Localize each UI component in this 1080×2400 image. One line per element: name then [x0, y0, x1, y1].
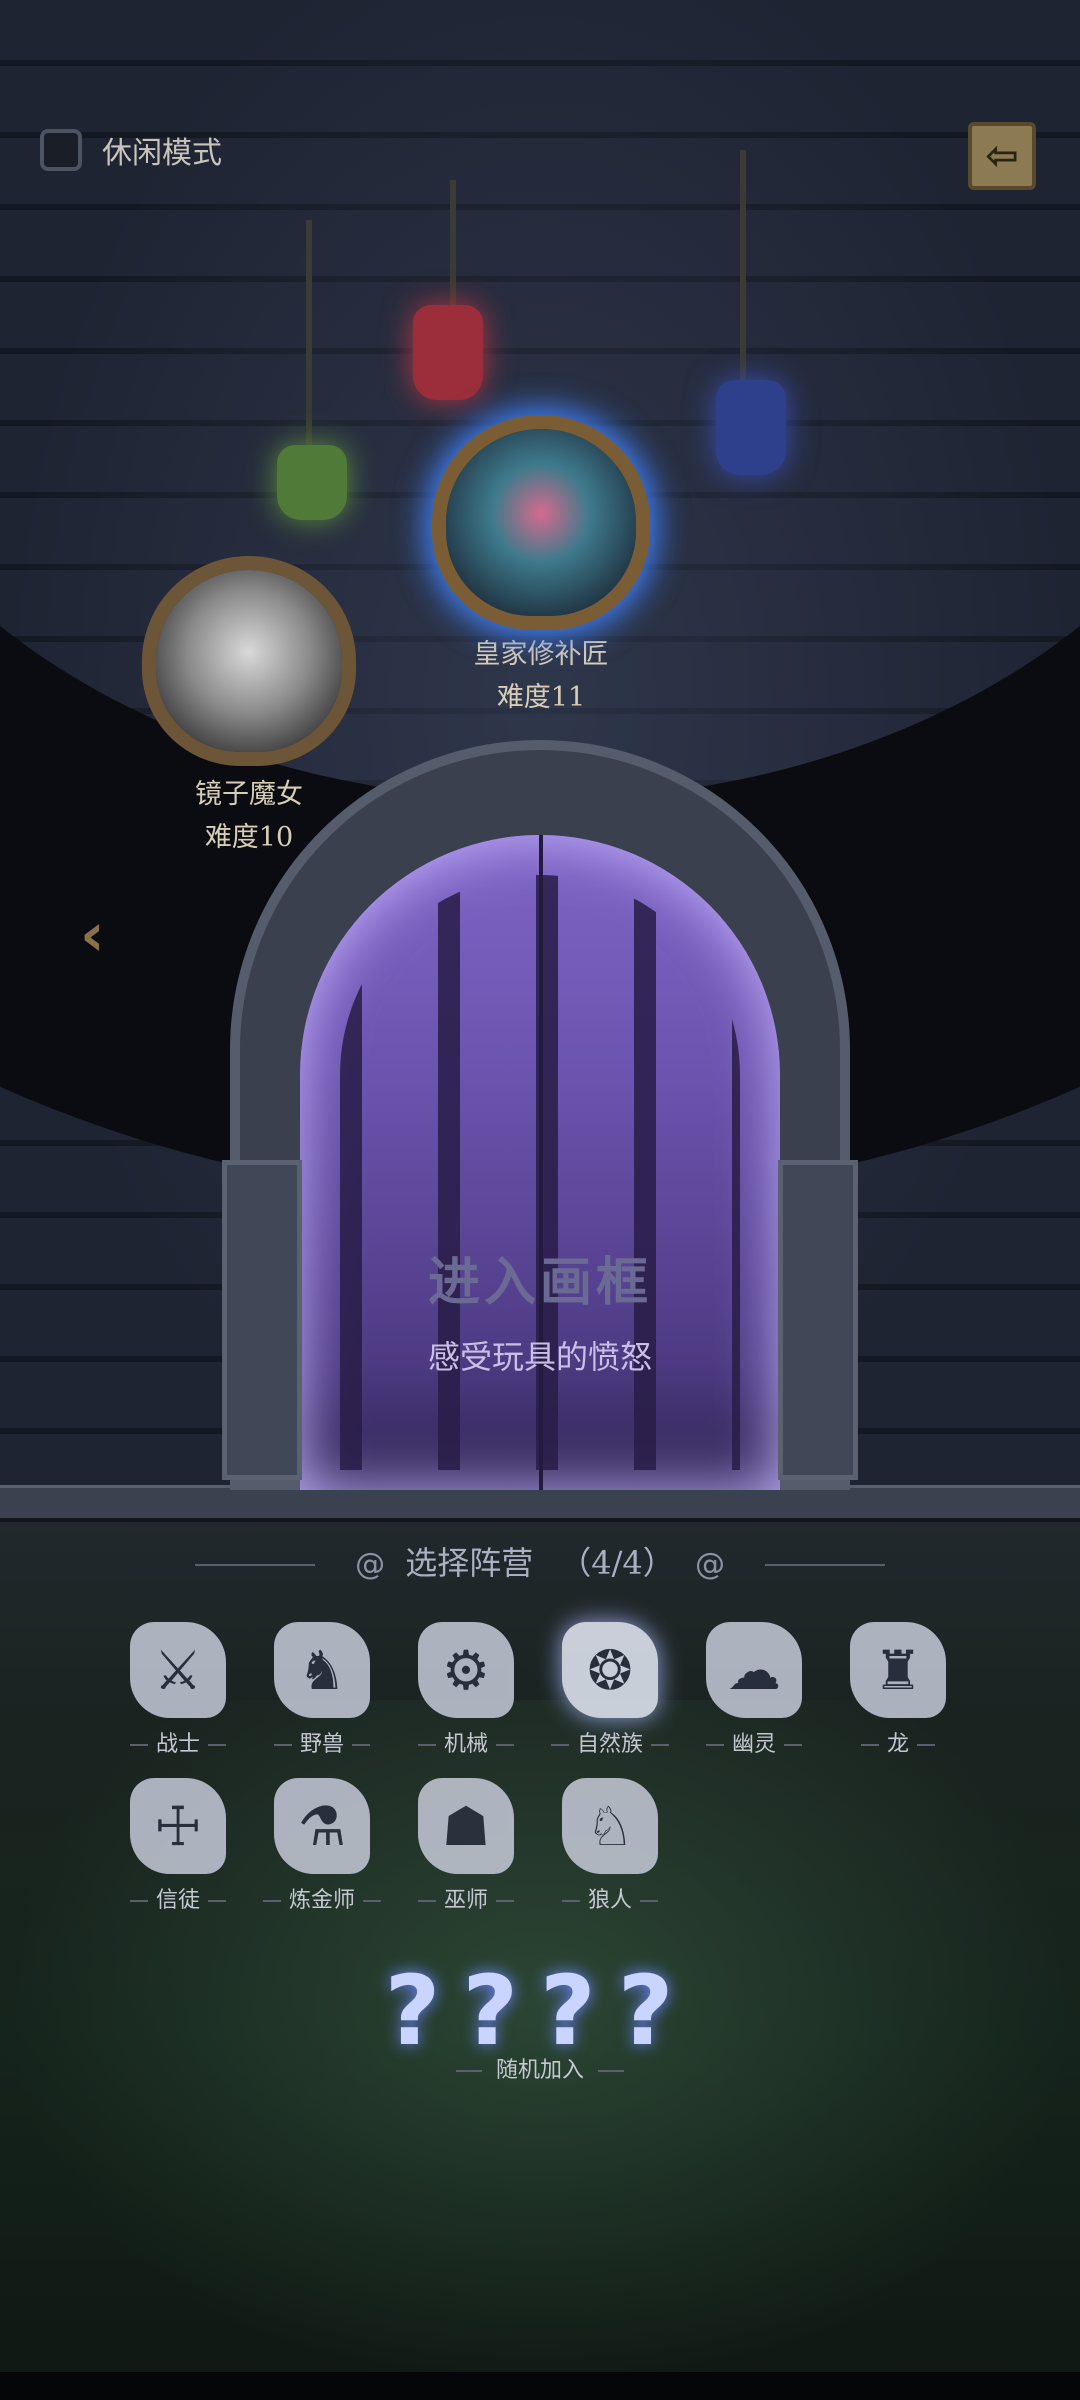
faction-label: 战士	[108, 1726, 248, 1758]
faction-nature[interactable]: ❂ 自然族	[540, 1622, 680, 1758]
casual-mode-toggle[interactable]: 休闲模式	[40, 128, 222, 172]
portrait-frame	[142, 556, 356, 766]
faction-believer[interactable]: ☩ 信徒	[108, 1778, 248, 1914]
system-nav-bar	[0, 2372, 1080, 2400]
faction-label: 龙	[828, 1726, 968, 1758]
dragon-icon: ♜	[850, 1622, 946, 1718]
faction-werewolf[interactable]: ♘ 狼人	[540, 1778, 680, 1914]
green-lantern-icon	[277, 445, 347, 520]
faction-select-header: @ 选择阵营 （4/4） @	[0, 1538, 1080, 1584]
wrench-icon: ⚙	[418, 1622, 514, 1718]
portrait-name: 皇家修补匠	[473, 639, 609, 670]
hourglass-pillar-left	[222, 1160, 302, 1480]
beast-icon: ♞	[274, 1622, 370, 1718]
casual-mode-label: 休闲模式	[102, 136, 222, 171]
faction-alchemist[interactable]: ⚗ 炼金师	[252, 1778, 392, 1914]
swirl-right-icon: @	[694, 1547, 725, 1582]
wolf-head-icon: ♘	[562, 1778, 658, 1874]
blue-lantern-icon	[716, 380, 786, 475]
divider	[764, 1564, 885, 1566]
exit-button[interactable]: ⇦	[968, 122, 1036, 190]
faction-wizard[interactable]: ☗ 巫师	[396, 1778, 536, 1914]
faction-beast[interactable]: ♞ 野兽	[252, 1622, 392, 1758]
divider	[195, 1564, 316, 1566]
faction-ghost[interactable]: ☁ 幽灵	[684, 1622, 824, 1758]
faction-label: 信徒	[108, 1882, 248, 1914]
portrait-image	[446, 429, 636, 616]
chevron-left-icon[interactable]: ‹	[80, 905, 120, 965]
nature-swirl-icon: ❂	[562, 1622, 658, 1718]
portrait-image	[156, 570, 342, 752]
wizard-hat-icon: ☗	[418, 1778, 514, 1874]
alchemy-flask-icon: ⚗	[274, 1778, 370, 1874]
faction-label: 机械	[396, 1726, 536, 1758]
door-panels	[300, 835, 780, 1490]
faction-warrior[interactable]: ⚔ 战士	[108, 1622, 248, 1758]
faction-label: 巫师	[396, 1882, 536, 1914]
game-scene: 休闲模式 ⇦ 镜子魔女 难度10 皇家修补匠 难度11 ‹ 进入画框 感受玩具的…	[0, 0, 1080, 2400]
faction-label: 野兽	[252, 1726, 392, 1758]
portrait-frame-selected	[432, 415, 650, 630]
faction-label: 幽灵	[684, 1726, 824, 1758]
enter-frame-button[interactable]: 进入画框	[0, 1240, 1080, 1315]
praying-hands-icon: ☩	[130, 1778, 226, 1874]
portrait-difficulty: 难度11	[496, 682, 586, 713]
random-join-button[interactable]: ????	[0, 1955, 1080, 2067]
red-lantern-icon	[413, 305, 483, 400]
swirl-left-icon: @	[355, 1547, 386, 1582]
door-subtitle: 感受玩具的愤怒	[427, 1338, 652, 1376]
casual-mode-checkbox[interactable]	[40, 129, 82, 171]
faction-label: 炼金师	[252, 1882, 392, 1914]
faction-count: （4/4）	[559, 1544, 675, 1582]
faction-select-title: 选择阵营	[405, 1544, 534, 1582]
warrior-icon: ⚔	[130, 1622, 226, 1718]
faction-mech[interactable]: ⚙ 机械	[396, 1622, 536, 1758]
random-join-label: 随机加入	[0, 2052, 1080, 2084]
faction-label: 自然族	[540, 1726, 680, 1758]
stone-ledge	[0, 1485, 1080, 1522]
exit-arrow-icon: ⇦	[985, 133, 1019, 179]
door-split	[539, 835, 543, 1490]
faction-label: 狼人	[540, 1882, 680, 1914]
hourglass-pillar-right	[778, 1160, 858, 1480]
ghost-icon: ☁	[706, 1622, 802, 1718]
lantern-rope	[450, 180, 456, 310]
faction-dragon[interactable]: ♜ 龙	[828, 1622, 968, 1758]
lantern-rope	[306, 220, 312, 450]
portrait-royal-tinker[interactable]: 皇家修补匠 难度11	[432, 415, 650, 714]
lantern-rope	[740, 150, 746, 385]
